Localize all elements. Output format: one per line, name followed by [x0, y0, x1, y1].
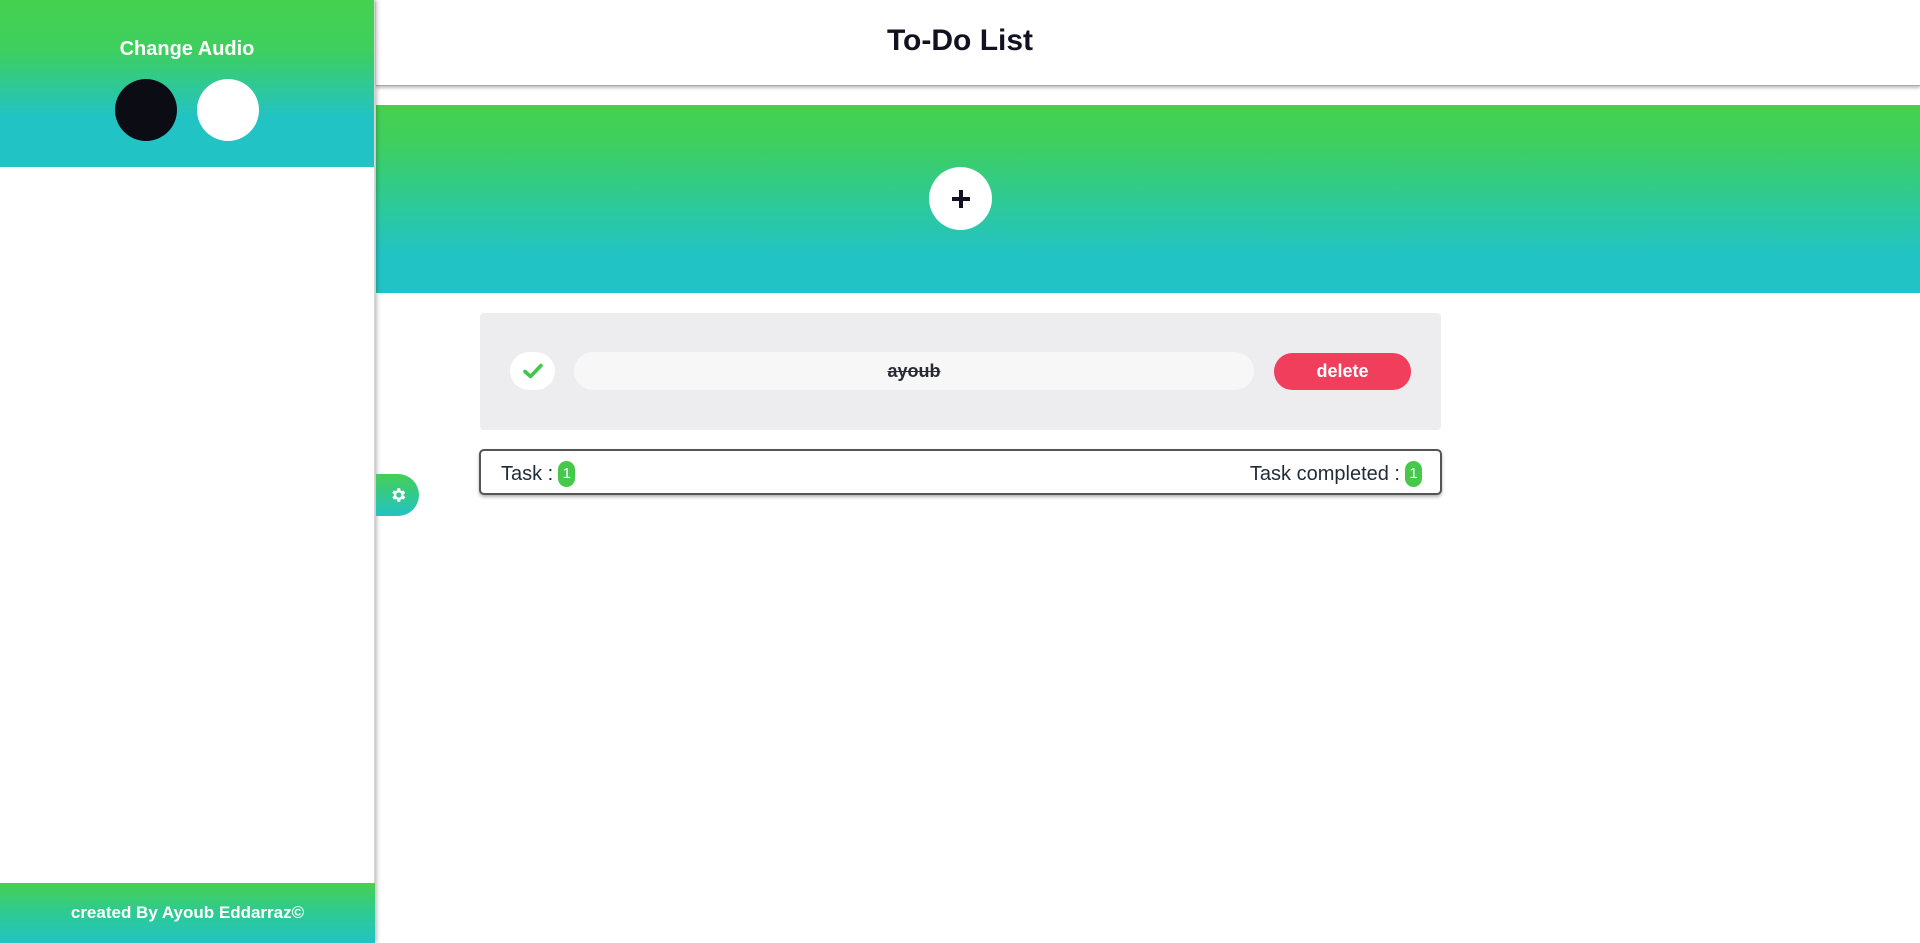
task-count-label: Task : — [501, 462, 554, 485]
audio-option-dark-button[interactable] — [115, 79, 177, 141]
audio-options — [0, 79, 374, 141]
page-title: To-Do List — [886, 24, 1034, 57]
audio-panel: Change Audio — [0, 0, 374, 167]
plus-icon — [951, 189, 970, 208]
completed-count-label: Task completed : — [1249, 462, 1400, 485]
task-count-stat: Task : 1 — [501, 461, 576, 487]
change-audio-title: Change Audio — [119, 38, 255, 60]
delete-task-button[interactable]: delete — [1274, 353, 1411, 390]
add-task-banner — [376, 105, 1920, 293]
audio-option-light-button[interactable] — [197, 79, 259, 141]
completed-count-badge: 1 — [1405, 461, 1422, 487]
gear-icon — [391, 488, 405, 502]
sidebar-footer: created By Ayoub Eddarraz© — [0, 883, 375, 943]
settings-toggle-button[interactable] — [376, 474, 419, 516]
task-item: ayoub delete — [480, 313, 1441, 430]
completed-count-stat: Task completed : 1 — [1250, 461, 1422, 487]
complete-task-button[interactable] — [510, 352, 555, 390]
top-header: To-Do List — [376, 0, 1920, 86]
check-icon — [522, 363, 543, 379]
task-stats-bar: Task : 1 Task completed : 1 — [479, 449, 1442, 495]
add-task-button[interactable] — [929, 167, 992, 230]
sidebar: Change Audio created By Ayoub Eddarraz© — [0, 0, 375, 943]
task-count-badge: 1 — [558, 461, 576, 487]
task-text-field[interactable]: ayoub — [574, 352, 1254, 390]
